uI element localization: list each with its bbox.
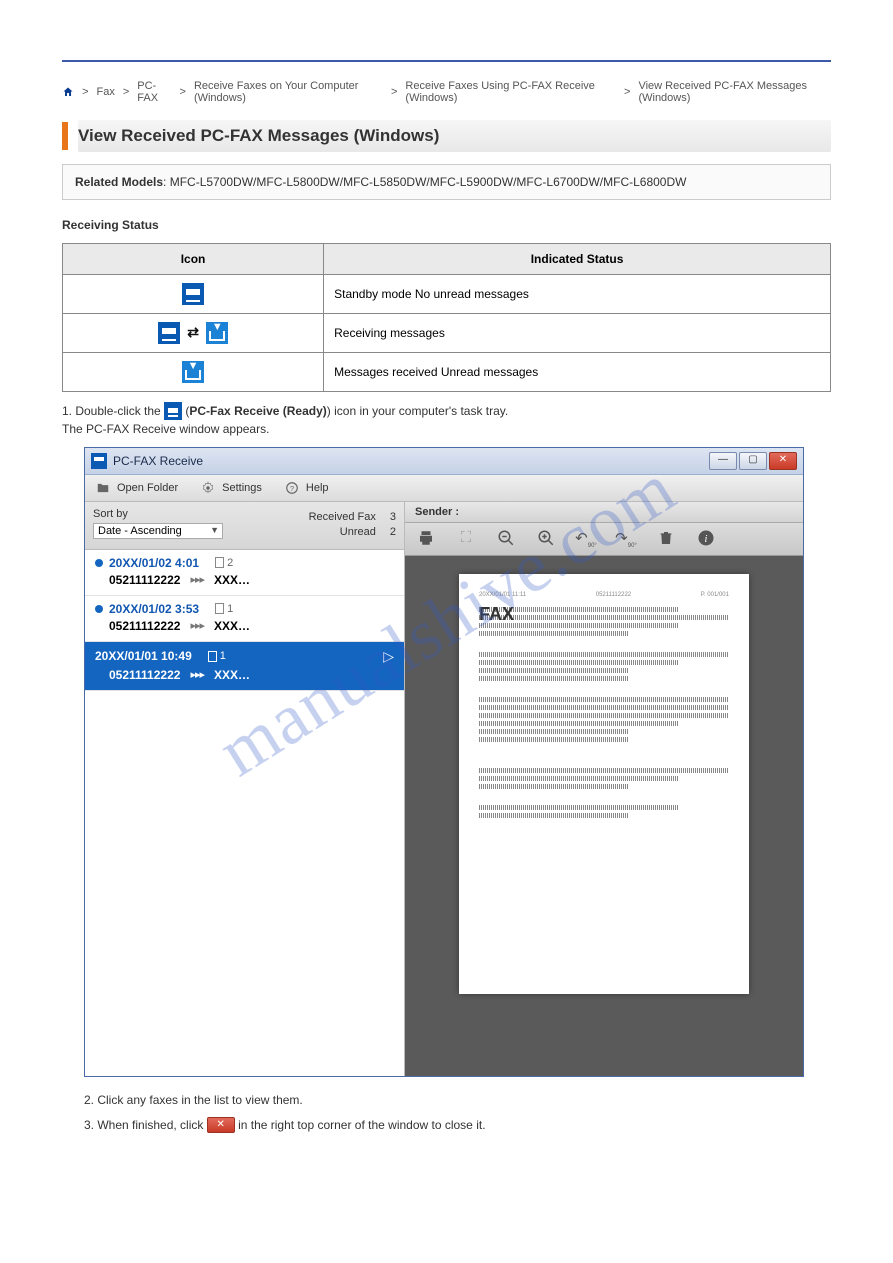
status-table: IconIndicated Status Standby mode No unr… (62, 243, 831, 392)
tray-icon (158, 322, 180, 344)
preview-toolbar: ⛶ ↶90° ↷90° i (405, 523, 803, 556)
sync-arrows-icon: ⇄ (187, 324, 199, 341)
page-icon (215, 557, 224, 568)
fax-preview-document: 20XX/01/01 11:1105211112222P. 001/001 FA… (459, 574, 749, 994)
settings-button[interactable]: Settings (200, 481, 262, 495)
menubar: Open Folder Settings ? Help (85, 475, 803, 502)
related-models: Related Models: MFC-L5700DW/MFC-L5800DW/… (62, 164, 831, 200)
home-icon (62, 85, 74, 99)
inbox-icon (206, 322, 228, 344)
svg-text:i: i (705, 534, 708, 545)
minimize-button[interactable]: — (709, 452, 737, 470)
step-3: 3. When finished, click ✕ in the right t… (84, 1116, 809, 1135)
close-button[interactable]: ✕ (769, 452, 797, 470)
rotate-right-button[interactable]: ↷90° (615, 529, 637, 549)
help-icon: ? (284, 481, 300, 495)
folder-icon (95, 481, 111, 495)
subheading: Receiving Status (62, 218, 159, 232)
sort-select[interactable]: Date - Ascending (93, 523, 223, 539)
rotate-left-button[interactable]: ↶90° (575, 529, 597, 549)
page-icon (215, 603, 224, 614)
print-button[interactable] (415, 529, 437, 549)
sort-label: Sort by (93, 508, 309, 520)
fax-list-pane: Sort by Date - Ascending Received Fax3 U… (85, 502, 405, 1076)
arrow-right-icon: ▸▸▸ (190, 619, 204, 632)
tray-icon (182, 283, 204, 305)
step-1: 1. Double-click the (PC-Fax Receive (Rea… (62, 402, 831, 439)
flag-icon: ▷ (383, 648, 394, 665)
fax-list-item[interactable]: 20XX/01/02 3:531 05211112222▸▸▸XXX… (85, 596, 404, 642)
open-folder-button[interactable]: Open Folder (95, 481, 178, 495)
delete-button[interactable] (655, 529, 677, 549)
unread-dot-icon (95, 559, 103, 567)
info-button[interactable]: i (695, 529, 717, 549)
preview-pane: Sender : ⛶ ↶90° ↷90° i 20XX/01/01 11:110… (405, 502, 803, 1076)
titlebar: PC-FAX Receive — ▢ ✕ (85, 448, 803, 475)
help-button[interactable]: ? Help (284, 481, 329, 495)
svg-text:?: ? (290, 484, 294, 493)
gear-icon (200, 481, 216, 495)
fax-list-item[interactable]: 20XX/01/01 10:491▷ 05211112222▸▸▸XXX… (85, 642, 404, 691)
close-icon: ✕ (207, 1117, 235, 1133)
arrow-right-icon: ▸▸▸ (190, 573, 204, 586)
zoom-out-button[interactable] (495, 529, 517, 549)
tray-icon (164, 402, 182, 420)
breadcrumb: > Fax > PC-FAX > Receive Faxes on Your C… (62, 80, 831, 104)
inbox-icon (182, 361, 204, 383)
app-icon (91, 453, 107, 469)
step-2: 2. Click any faxes in the list to view t… (84, 1091, 809, 1110)
sender-label: Sender : (405, 502, 803, 523)
window-title: PC-FAX Receive (113, 454, 709, 468)
fax-list-item[interactable]: 20XX/01/02 4:012 05211112222▸▸▸XXX… (85, 550, 404, 596)
page-icon (208, 651, 217, 662)
arrow-right-icon: ▸▸▸ (190, 668, 204, 681)
zoom-in-button[interactable] (535, 529, 557, 549)
pcfax-window: PC-FAX Receive — ▢ ✕ Open Folder Setting… (84, 447, 804, 1077)
fit-button[interactable]: ⛶ (455, 529, 477, 549)
count-summary: Received Fax3 Unread2 (309, 508, 396, 541)
maximize-button[interactable]: ▢ (739, 452, 767, 470)
section-heading: View Received PC-FAX Messages (Windows) (62, 120, 831, 152)
unread-dot-icon (95, 605, 103, 613)
